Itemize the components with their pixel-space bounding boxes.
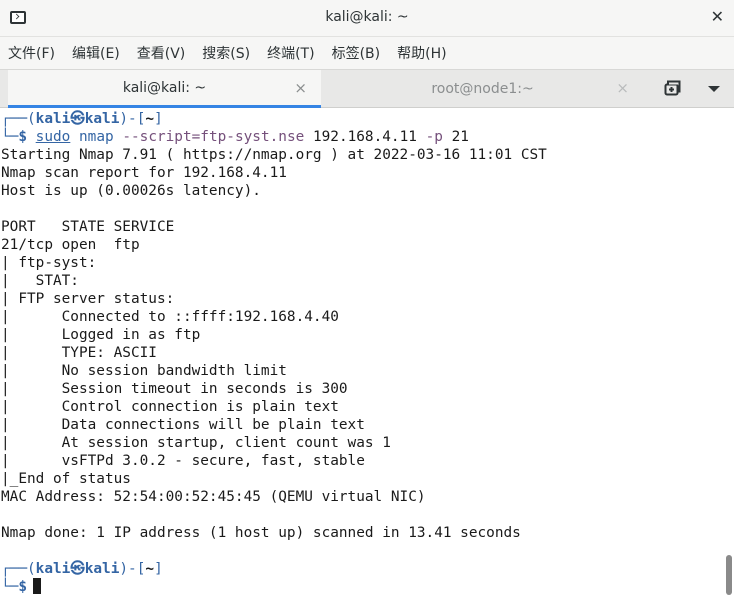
terminal-view[interactable]: ┌──(kali㉿kali)-[~] └─$ sudo nmap --scrip… [0, 109, 734, 597]
menu-item-view[interactable]: 查看(V) [137, 43, 186, 63]
scrollbar[interactable] [724, 109, 734, 597]
output-line: | No session bandwidth limit [1, 363, 287, 379]
menu-bar: 文件(F) 编辑(E) 查看(V) 搜索(S) 终端(T) 标签(B) 帮助(H… [0, 37, 734, 69]
new-tab-icon[interactable] [664, 80, 682, 96]
output-line: | At session startup, client count was 1 [1, 435, 391, 451]
menu-item-search[interactable]: 搜索(S) [202, 43, 250, 63]
command-line: └─$ sudo nmap --script=ftp-syst.nse 192.… [1, 129, 469, 145]
tab-bar: kali@kali: ~ × root@node1:~ × [0, 69, 734, 108]
output-line: Nmap done: 1 IP address (1 host up) scan… [1, 525, 521, 541]
output-line: MAC Address: 52:54:00:52:45:45 (QEMU vir… [1, 489, 426, 505]
output-line: Host is up (0.00026s latency). [1, 183, 261, 199]
output-line: | STAT: [1, 273, 79, 289]
close-icon[interactable]: ✕ [711, 7, 724, 26]
tab-kali[interactable]: kali@kali: ~ × [8, 70, 321, 108]
output-line: | ftp-syst: [1, 255, 97, 271]
text-cursor [33, 578, 41, 594]
tab-close-icon[interactable]: × [294, 79, 307, 97]
output-line: 21/tcp open ftp [1, 237, 140, 253]
output-line: Starting Nmap 7.91 ( https://nmap.org ) … [1, 147, 547, 163]
output-line: | Connected to ::ffff:192.168.4.40 [1, 309, 339, 325]
menu-item-edit[interactable]: 编辑(E) [72, 43, 120, 63]
output-line: | Control connection is plain text [1, 399, 339, 415]
output-line: | Session timeout in seconds is 300 [1, 381, 348, 397]
scrollbar-thumb[interactable] [726, 555, 732, 595]
menu-item-file[interactable]: 文件(F) [8, 43, 55, 63]
prompt-line: ┌──(kali㉿kali)-[~] [1, 111, 163, 127]
tab-label: kali@kali: ~ [122, 79, 207, 96]
output-line: | TYPE: ASCII [1, 345, 157, 361]
title-bar: kali@kali: ~ ✕ [0, 0, 734, 37]
prompt-line: ┌──(kali㉿kali)-[~] [1, 561, 163, 577]
tab-label: root@node1:~ [431, 81, 534, 97]
chevron-down-icon[interactable] [708, 86, 720, 92]
output-line: PORT STATE SERVICE [1, 219, 175, 235]
window-title: kali@kali: ~ [325, 9, 409, 25]
output-line: | Data connections will be plain text [1, 417, 365, 433]
input-line[interactable]: └─$ [1, 578, 41, 596]
menu-item-terminal[interactable]: 终端(T) [267, 43, 314, 63]
menu-item-help[interactable]: 帮助(H) [397, 43, 446, 63]
output-line: | vsFTPd 3.0.2 - secure, fast, stable [1, 453, 365, 469]
menu-item-tabs[interactable]: 标签(B) [332, 43, 381, 63]
tab-root-node1[interactable]: root@node1:~ × [322, 70, 643, 108]
output-line: | FTP server status: [1, 291, 175, 307]
output-line: |_End of status [1, 471, 131, 487]
output-line: Nmap scan report for 192.168.4.11 [1, 165, 287, 181]
output-line: | Logged in as ftp [1, 327, 201, 343]
tab-close-icon[interactable]: × [616, 79, 629, 97]
